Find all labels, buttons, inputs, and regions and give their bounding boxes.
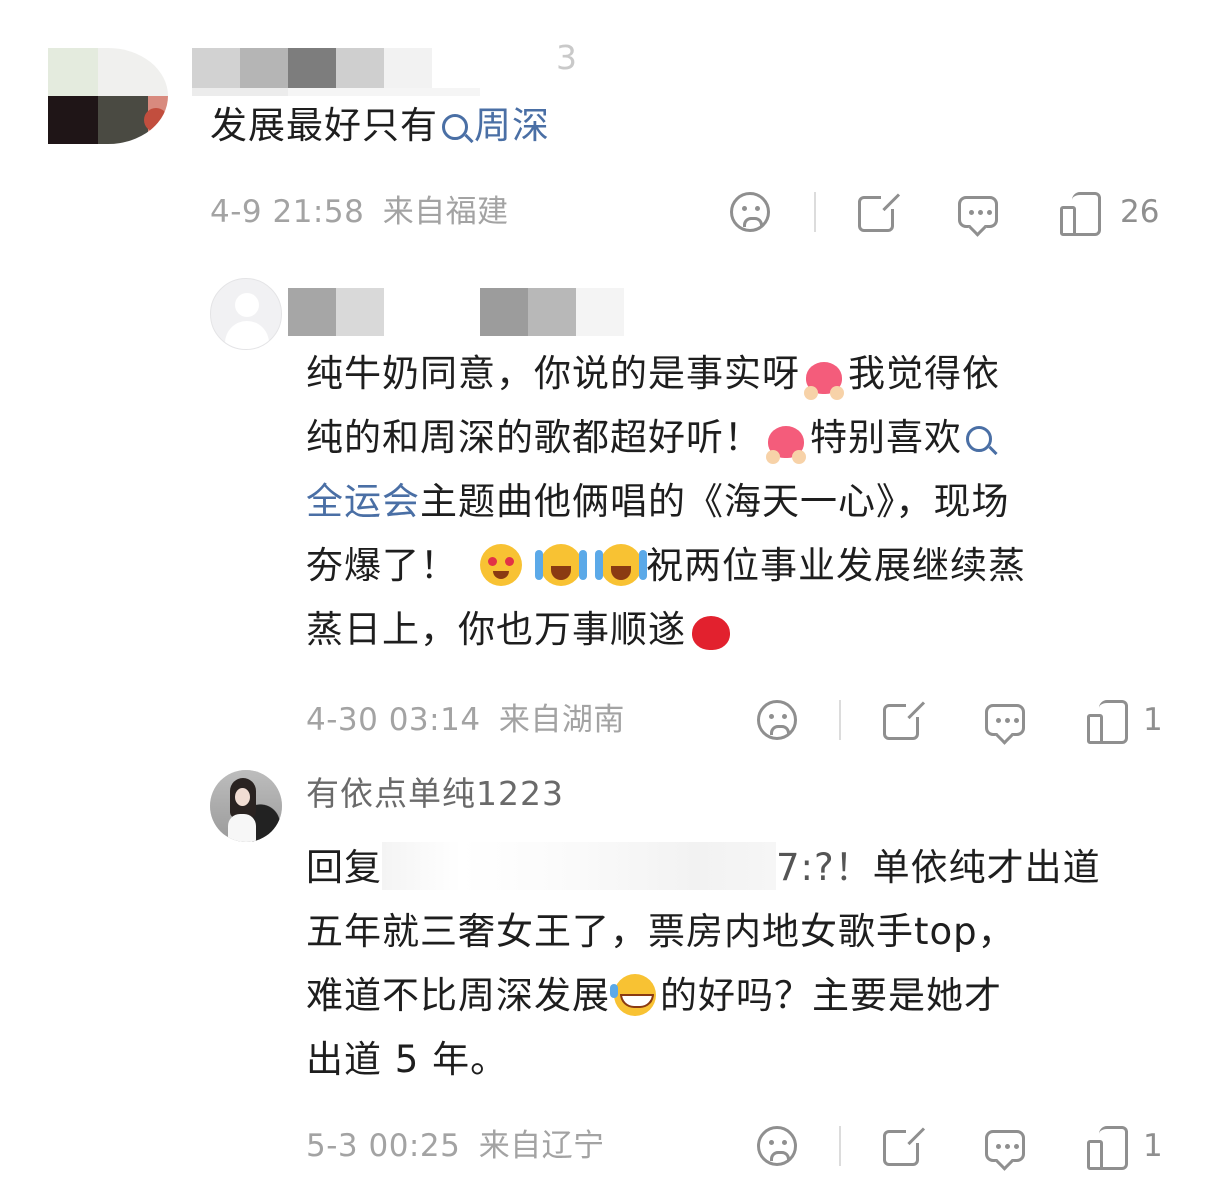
laughing-tears-emoji [610,974,656,1016]
mention-redacted [382,842,776,890]
location: 来自福建 [382,194,509,230]
search-icon [966,426,992,452]
reply-line: 出道 5 年。 [306,1028,1176,1092]
reply-partial: 7:?！ [776,846,873,889]
crying-laugh-emoji [595,544,642,586]
timestamp: 4-30 03:14 [306,702,481,738]
sad-face-icon[interactable] [730,192,770,232]
share-icon[interactable] [883,1127,922,1166]
divider [839,1126,841,1166]
reply-line-text: 的好吗？主要是她才 [660,974,1002,1017]
reply-line-text: 单依纯才出道 [872,846,1101,889]
reply-text: 回复 7:?！单依纯才出道 五年就三奢女王了，票房内地女歌手top， 难道不比周深… [306,836,1176,1092]
username-partial: 3 [556,38,578,77]
reply-line-text: 纯的和周深的歌都超好听！ [306,416,762,459]
heart-eyes-emoji [480,544,522,586]
reply-line: 五年就三奢女王了，票房内地女歌手top， [306,900,1176,964]
share-icon[interactable] [858,193,897,232]
reply-text: 纯牛奶同意，你说的是事实呀 我觉得依 纯的和周深的歌都超好听！ 特别喜欢 全运会主题… [306,342,1146,662]
sad-face-icon[interactable] [757,700,797,740]
reply-line-text: 难道不比周深发展 [306,974,610,1017]
username[interactable]: 有依点单纯1223 [306,772,564,816]
reply-line-text: 祝两位事业发展继续蒸 [646,544,1026,587]
red-heart-emoji [692,616,730,650]
thumbs-up-icon[interactable] [1060,192,1101,236]
comment-icon[interactable] [985,704,1025,736]
avatar[interactable] [48,48,168,144]
crying-laugh-emoji [535,544,582,586]
reply-meta: 5-3 00:25 来自辽宁 [306,1126,605,1166]
comment-icon[interactable] [958,196,998,228]
reply-meta: 4-30 03:14 来自湖南 [306,700,625,740]
reply-line-text: 夯爆了！ [306,544,458,587]
reply-line: 纯的和周深的歌都超好听！ 特别喜欢 [306,406,1146,470]
timestamp: 5-3 00:25 [306,1128,461,1164]
reply-line: 夯爆了！ 祝两位事业发展继续蒸 [306,534,1146,598]
location: 来自湖南 [498,702,625,738]
location: 来自辽宁 [478,1128,605,1164]
reply-line-text: 特别喜欢 [810,416,962,459]
username-redacted [192,48,432,88]
share-icon[interactable] [883,701,922,740]
thumbs-up-icon[interactable] [1087,1126,1128,1170]
comment-icon[interactable] [985,1130,1025,1162]
comment-actions: 26 [730,192,1170,238]
reply-line: 回复 7:?！单依纯才出道 [306,836,1176,900]
username-redacted [288,288,624,336]
topic-link[interactable]: 周深 [438,104,550,147]
timestamp: 4-9 21:58 [210,194,365,230]
topic-link[interactable]: 全运会 [306,480,420,523]
reply-line-text: 我觉得依 [848,352,1000,395]
comment-text-prefix: 发展最好只有 [210,104,438,147]
avatar[interactable] [210,278,282,350]
divider [814,192,816,232]
like-count: 26 [1120,194,1160,230]
thumbs-up-icon[interactable] [1087,700,1128,744]
topic-link-label: 周深 [474,104,550,147]
like-count: 1 [1143,1128,1163,1164]
sad-face-icon[interactable] [757,1126,797,1166]
comment-text: 发展最好只有 周深 [210,94,550,158]
reply-line: 蒸日上，你也万事顺遂 [306,598,1146,662]
reply-line-text: 五年就三奢女王了，票房内地女歌手top， [306,910,1016,953]
reply-line: 全运会主题曲他俩唱的《海天一心》，现场 [306,470,1146,534]
like-count: 1 [1143,702,1163,738]
reply-prefix: 回复 [306,846,382,889]
reply-line-text: 纯牛奶同意，你说的是事实呀 [306,352,800,395]
reply-line-text: 出道 5 年。 [306,1038,509,1081]
reply-actions: 1 [757,700,1177,746]
avatar[interactable] [210,770,282,842]
heart-hands-emoji [766,426,806,464]
heart-hands-emoji [804,362,844,400]
reply-line-text: 蒸日上，你也万事顺遂 [306,608,686,651]
reply-line-text: 主题曲他俩唱的《海天一心》，现场 [420,480,1010,523]
search-icon [442,114,468,140]
divider [839,700,841,740]
reply-actions: 1 [757,1126,1177,1172]
comment-meta: 4-9 21:58 来自福建 [210,192,509,232]
reply-line: 难道不比周深发展 的好吗？主要是她才 [306,964,1176,1028]
reply-line: 纯牛奶同意，你说的是事实呀 我觉得依 [306,342,1146,406]
